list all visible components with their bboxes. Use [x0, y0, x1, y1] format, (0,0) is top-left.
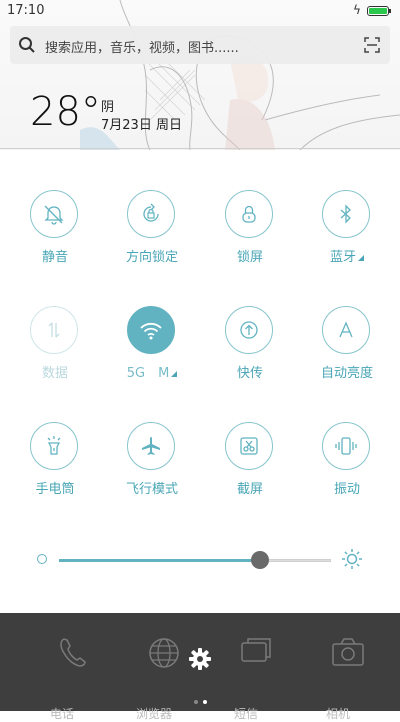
phone-icon	[60, 638, 86, 667]
rotation-lock-icon	[143, 203, 159, 222]
toggle-label: 方向锁定	[125, 250, 178, 265]
page-dot	[194, 700, 198, 704]
toggle-label: 自动亮度	[320, 366, 373, 381]
dock-app-label: 电话	[49, 707, 74, 721]
weather-condition: 阴	[101, 100, 115, 115]
toggle-label: 5G M	[102, 362, 202, 381]
airplane-icon	[142, 437, 160, 455]
toggle-label: 静音	[41, 250, 68, 265]
globe-icon	[149, 638, 179, 668]
battery-icon	[367, 6, 391, 16]
toggle-auto-brightness[interactable]: 自动亮度	[307, 306, 387, 386]
search-bar[interactable]: 搜索应用，音乐，视频，图书......	[10, 26, 390, 64]
toggle-airplane[interactable]: 飞行模式	[112, 422, 192, 502]
auto-brightness-icon	[339, 321, 353, 338]
toggle-label: 飞行模式	[125, 482, 178, 497]
clock: 17:10	[7, 3, 45, 18]
brightness-thumb[interactable]	[251, 551, 270, 569]
date: 7月23日 周日	[101, 118, 182, 133]
dock-app-messages[interactable]: 短信	[206, 633, 286, 721]
vibrate-icon	[335, 437, 357, 455]
temperature: 28°	[30, 89, 101, 135]
upload-icon	[240, 321, 258, 339]
dock-app-camera[interactable]: 相机	[298, 633, 378, 721]
toggle-quick-share[interactable]: 快传	[210, 306, 290, 386]
dock-app-label: 浏览器	[135, 707, 172, 721]
expand-indicator-icon	[171, 371, 178, 377]
status-bar: 17:10 ϟ	[0, 0, 400, 22]
wifi-icon	[140, 322, 162, 340]
toggle-screenshot[interactable]: 截屏	[210, 422, 290, 502]
brightness-low-icon	[37, 554, 47, 564]
toggle-data[interactable]: 数据	[15, 306, 95, 386]
toggle-bluetooth[interactable]: 蓝牙	[307, 190, 387, 270]
brightness-high-icon	[342, 549, 362, 569]
flashlight-icon	[47, 436, 61, 455]
brightness-fill	[59, 559, 261, 562]
toggle-lock-screen[interactable]: 锁屏	[210, 190, 290, 270]
toggle-label: 快传	[236, 366, 263, 381]
gear-icon[interactable]	[188, 647, 212, 671]
dock-app-phone[interactable]: 电话	[22, 633, 102, 721]
scissors-icon	[240, 437, 258, 455]
toggle-rotation-lock[interactable]: 方向锁定	[112, 190, 192, 270]
toggle-label: 锁屏	[236, 250, 263, 265]
toggle-vibrate[interactable]: 振动	[307, 422, 387, 502]
toggle-label: 数据	[41, 366, 68, 381]
search-icon	[19, 37, 35, 53]
toggle-label: 振动	[333, 482, 360, 497]
toggle-label: 蓝牙	[297, 246, 397, 265]
bolt-icon: ϟ	[353, 3, 361, 17]
message-icon	[241, 638, 271, 662]
toggle-label: 手电筒	[35, 482, 75, 497]
lock-icon	[242, 205, 256, 223]
toggle-wifi[interactable]: 5G M	[112, 306, 192, 386]
page-dot-active	[203, 700, 207, 704]
search-placeholder: 搜索应用，音乐，视频，图书......	[45, 41, 239, 56]
toggle-label: 截屏	[236, 482, 263, 497]
data-arrows-icon	[48, 322, 60, 338]
expand-indicator-icon	[358, 255, 364, 261]
dock-app-browser[interactable]: 浏览器	[114, 633, 194, 721]
bluetooth-icon	[340, 204, 351, 224]
page-indicator	[194, 689, 212, 708]
camera-icon	[332, 638, 364, 666]
divider	[0, 148, 400, 149]
toggle-mute[interactable]: 静音	[15, 190, 95, 270]
bell-off-icon	[44, 205, 64, 225]
dock-app-label: 相机	[325, 707, 350, 721]
dock-app-label: 短信	[233, 707, 258, 721]
scan-icon[interactable]	[364, 37, 380, 53]
toggle-flashlight[interactable]: 手电筒	[15, 422, 95, 502]
